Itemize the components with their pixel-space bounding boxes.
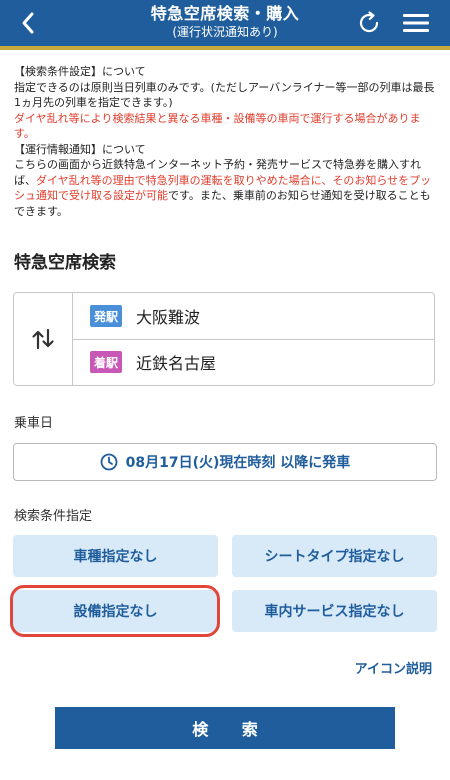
- seat-type-button[interactable]: シートタイプ指定なし: [232, 535, 437, 577]
- refresh-icon: [359, 11, 379, 33]
- refresh-button[interactable]: [350, 0, 388, 46]
- page-title-sub: (運行状況通知あり): [172, 25, 278, 39]
- back-button[interactable]: [8, 0, 48, 46]
- arrival-badge: 着駅: [90, 351, 122, 373]
- arrival-station-row[interactable]: 着駅 近鉄名古屋: [72, 339, 435, 385]
- hamburger-menu-icon: [403, 14, 429, 32]
- page-title: 特急空席検索・購入 (運行状況通知あり): [70, 4, 380, 40]
- departure-station-name: 大阪難波: [136, 308, 201, 327]
- notice-operation-body: こちらの画面から近鉄特急インターネット予約・発売サービスで特急券を購入すれば、ダ…: [14, 157, 438, 219]
- menu-button[interactable]: [396, 0, 436, 46]
- station-selector: 発駅 大阪難波 着駅 近鉄名古屋: [13, 292, 435, 386]
- equipment-button[interactable]: 設備指定なし: [13, 590, 218, 632]
- swap-stations-button[interactable]: [14, 293, 73, 385]
- page-title-main: 特急空席検索・購入: [150, 4, 300, 23]
- boarding-date-button[interactable]: 08月17日(火)現在時刻 以降に発車: [13, 443, 437, 481]
- boarding-date-label: 乗車日: [14, 416, 54, 431]
- clock-icon: [100, 453, 118, 471]
- notice-heading-search: 【検索条件設定】について: [14, 65, 146, 78]
- car-type-button[interactable]: 車種指定なし: [13, 535, 218, 577]
- departure-station-row[interactable]: 発駅 大阪難波: [72, 293, 435, 340]
- section-title-search: 特急空席検索: [14, 253, 116, 273]
- notice-search-warning: ダイヤ乱れ等により検索結果と異なる車種・設備等の車両で運行する場合があります。: [14, 111, 421, 141]
- boarding-date-text: 08月17日(火)現在時刻 以降に発車: [125, 455, 351, 471]
- notice-search-body: 指定できるのは原則当日列車のみです。(ただしアーバンライナー等一部の列車は最長1…: [14, 80, 435, 110]
- notice-text-block: 【検索条件設定】について 指定できるのは原則当日列車のみです。(ただしアーバンラ…: [14, 64, 438, 219]
- arrival-station-name: 近鉄名古屋: [136, 354, 217, 373]
- icon-explanation-link[interactable]: アイコン説明: [355, 658, 432, 677]
- search-conditions-label: 検索条件指定: [14, 509, 93, 524]
- swap-arrows-icon: [32, 328, 54, 350]
- app-header: 特急空席検索・購入 (運行状況通知あり): [0, 0, 450, 50]
- search-button[interactable]: 検 索: [55, 707, 395, 749]
- notice-heading-operation: 【運行情報通知】について: [14, 142, 146, 156]
- chevron-left-icon: [22, 12, 34, 34]
- departure-badge: 発駅: [90, 305, 122, 327]
- onboard-service-button[interactable]: 車内サービス指定なし: [232, 590, 437, 632]
